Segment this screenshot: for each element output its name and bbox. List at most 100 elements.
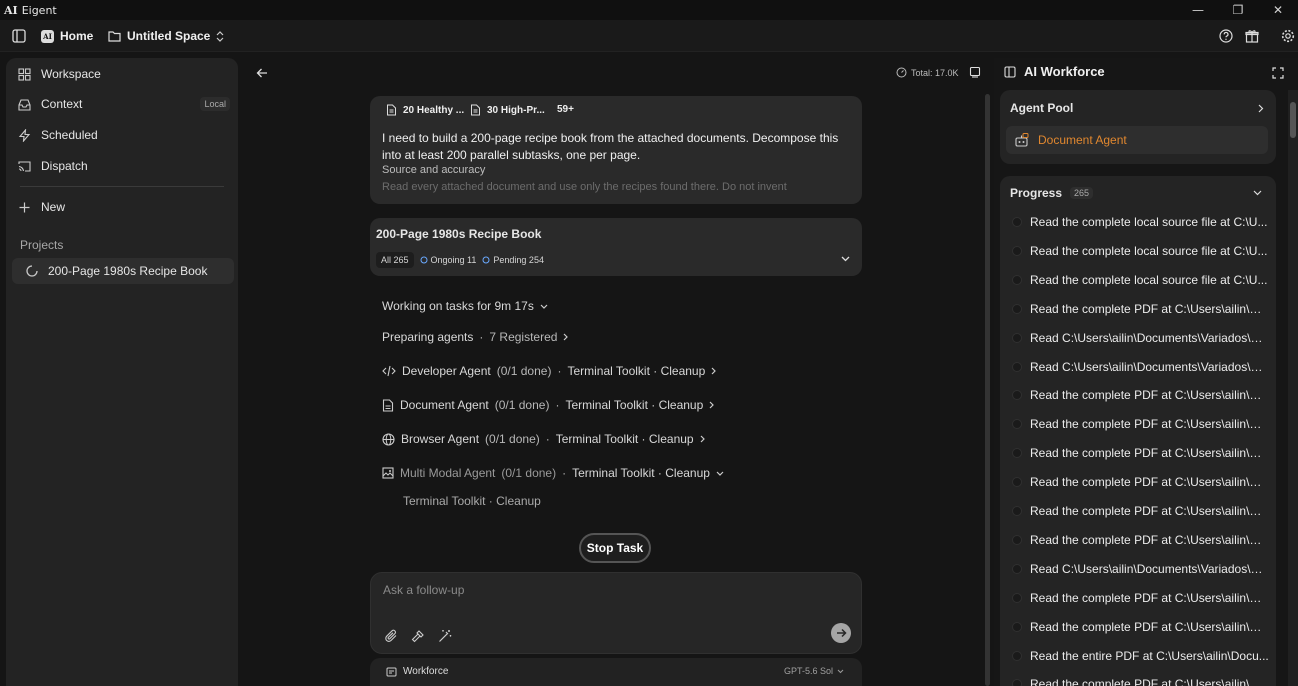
separator-dot: ·	[562, 466, 567, 480]
working-status[interactable]: Working on tasks for 9m 17s	[382, 299, 548, 313]
status-circle-icon	[1012, 563, 1022, 574]
device-icon[interactable]	[969, 66, 981, 78]
status-circle-icon	[1012, 534, 1022, 545]
agent-name: Multi Modal Agent	[400, 466, 496, 480]
workforce-button[interactable]: Workforce	[386, 666, 448, 677]
project-item[interactable]: 200-Page 1980s Recipe Book	[12, 258, 234, 284]
separator-dot: ·	[479, 330, 484, 344]
tab-all[interactable]: All 265	[376, 252, 414, 268]
progress-header[interactable]: Progress 265	[1010, 186, 1094, 200]
new-label: New	[41, 200, 66, 214]
home-logo-icon: AI	[41, 29, 54, 43]
progress-item[interactable]: Read the complete PDF at C:\Users\ailin\…	[1012, 588, 1270, 608]
settings-gear-icon[interactable]	[1281, 29, 1295, 43]
tab-pending[interactable]: Pending 254	[482, 255, 544, 265]
progress-item[interactable]: Read the complete local source file at C…	[1012, 270, 1270, 290]
fullscreen-icon[interactable]	[1272, 67, 1284, 79]
progress-item[interactable]: Read C:\Users\ailin\Documents\Variados\R…	[1012, 328, 1270, 348]
sidebar-item-scheduled[interactable]: Scheduled	[18, 122, 232, 148]
paperclip-icon[interactable]	[385, 629, 398, 643]
progress-item-text: Read the complete PDF at C:\Users\ailin\…	[1030, 417, 1270, 432]
panel-layout-icon[interactable]	[1004, 65, 1016, 78]
status-circle-icon	[1012, 332, 1022, 343]
progress-item-text: Read the complete local source file at C…	[1030, 243, 1268, 258]
model-selector[interactable]: GPT-5.6 Sol	[784, 666, 844, 676]
agent-pool-item[interactable]: Document Agent	[1006, 126, 1268, 154]
tab-ongoing[interactable]: Ongoing 11	[420, 255, 476, 265]
progress-item-text: Read the complete PDF at C:\Users\ailin\…	[1030, 446, 1270, 461]
workforce-icon	[386, 667, 397, 677]
help-icon[interactable]	[1219, 29, 1233, 43]
separator-dot: ·	[555, 398, 560, 412]
separator-dot: ·	[545, 432, 550, 446]
followup-input[interactable]	[383, 583, 803, 597]
agent-row-browser[interactable]: Browser Agent (0/1 done) · Terminal Tool…	[382, 432, 705, 446]
minimize-button[interactable]: —	[1178, 0, 1218, 20]
sidebar-item-context[interactable]: Context Local	[18, 91, 232, 117]
progress-item[interactable]: Read the complete local source file at C…	[1012, 241, 1270, 261]
progress-item[interactable]: Read C:\Users\ailin\Documents\Variados\R…	[1012, 559, 1270, 579]
progress-item[interactable]: Read the complete PDF at C:\Users\ailin\…	[1012, 530, 1270, 550]
progress-title: Progress	[1010, 186, 1063, 200]
preparing-agents-row[interactable]: Preparing agents · 7 Registered	[382, 330, 569, 344]
new-project-button[interactable]: New	[18, 194, 232, 220]
send-button[interactable]	[831, 623, 851, 643]
agent-row-document[interactable]: Document Agent (0/1 done) · Terminal Too…	[382, 398, 715, 412]
back-arrow-icon[interactable]	[256, 67, 268, 79]
app-logo: AI	[4, 3, 18, 17]
sidebar-item-dispatch[interactable]: Dispatch	[18, 153, 232, 179]
preparing-label: Preparing agents	[382, 330, 474, 344]
status-circle-icon	[1012, 448, 1022, 459]
progress-item[interactable]: Read the complete PDF at C:\Users\ailin\…	[1012, 443, 1270, 463]
pending-label: Pending 254	[493, 255, 544, 265]
progress-item[interactable]: Read the complete local source file at C…	[1012, 212, 1270, 232]
agent-row-multimodal[interactable]: Multi Modal Agent (0/1 done) · Terminal …	[382, 466, 724, 480]
status-circle-icon	[1012, 477, 1022, 488]
chevron-down-icon[interactable]	[841, 256, 850, 262]
progress-item-text: Read the complete PDF at C:\Users\ailin\…	[1030, 504, 1270, 518]
hammer-icon[interactable]	[411, 629, 425, 643]
scrollbar-thumb[interactable]	[1290, 102, 1296, 138]
sidebar-toggle-icon[interactable]	[12, 29, 26, 43]
space-selector[interactable]: Untitled Space	[108, 29, 224, 43]
home-button[interactable]: AI Home	[41, 29, 93, 43]
progress-item[interactable]: Read the complete PDF at C:\Users\ailin\…	[1012, 501, 1270, 521]
gauge-icon	[896, 67, 907, 78]
agent-row-developer[interactable]: Developer Agent (0/1 done) · Terminal To…	[382, 364, 717, 378]
grid-icon	[18, 67, 31, 81]
sidebar-item-workspace[interactable]: Workspace	[18, 61, 232, 87]
restore-button[interactable]: ❐	[1218, 0, 1258, 20]
attachment-chip[interactable]: 30 High-Pr...	[470, 104, 545, 116]
globe-icon	[382, 432, 395, 446]
message-text: I need to build a 200-page recipe book f…	[382, 131, 839, 162]
status-circle-icon	[1012, 390, 1022, 401]
followup-input-card	[370, 572, 862, 654]
progress-item[interactable]: Read the complete PDF at C:\Users\ailin\…	[1012, 472, 1270, 492]
stop-task-button[interactable]: Stop Task	[579, 533, 651, 563]
right-scrollbar[interactable]	[1288, 90, 1298, 686]
image-icon	[382, 467, 394, 479]
status-circle-icon	[1012, 217, 1022, 227]
main-scrollbar[interactable]	[985, 94, 990, 686]
attachment-chip[interactable]: 20 Healthy ...	[386, 104, 464, 116]
close-button[interactable]: ✕	[1258, 0, 1298, 20]
chevron-right-icon[interactable]	[1258, 104, 1264, 113]
chevron-down-icon[interactable]	[1253, 190, 1262, 196]
progress-item-text: Read C:\Users\ailin\Documents\Variados\R…	[1030, 330, 1270, 345]
more-attachments-chip[interactable]: 59+	[557, 104, 574, 115]
progress-item[interactable]: Read the complete PDF at C:\Users\ailin\…	[1012, 674, 1270, 686]
progress-item-text: Read the complete PDF at C:\Users\ailin\…	[1030, 677, 1270, 686]
progress-item[interactable]: Read the entire PDF at C:\Users\ailin\Do…	[1012, 646, 1270, 666]
progress-item[interactable]: Read the complete PDF at C:\Users\ailin\…	[1012, 385, 1270, 405]
agent-name: Browser Agent	[401, 432, 480, 446]
gift-icon[interactable]	[1245, 29, 1259, 43]
task-summary-card: 200-Page 1980s Recipe Book All 265 Ongoi…	[370, 218, 862, 276]
agent-pool-heading[interactable]: Agent Pool	[1010, 101, 1073, 115]
progress-item[interactable]: Read C:\Users\ailin\Documents\Variados\R…	[1012, 357, 1270, 377]
progress-item[interactable]: Read the complete PDF at C:\Users\ailin\…	[1012, 617, 1270, 637]
magic-wand-icon[interactable]	[438, 629, 452, 643]
status-circle-icon	[1012, 592, 1022, 603]
document-icon	[382, 398, 394, 412]
progress-item[interactable]: Read the complete PDF at C:\Users\ailin\…	[1012, 414, 1270, 434]
progress-item[interactable]: Read the complete PDF at C:\Users\ailin\…	[1012, 299, 1270, 319]
